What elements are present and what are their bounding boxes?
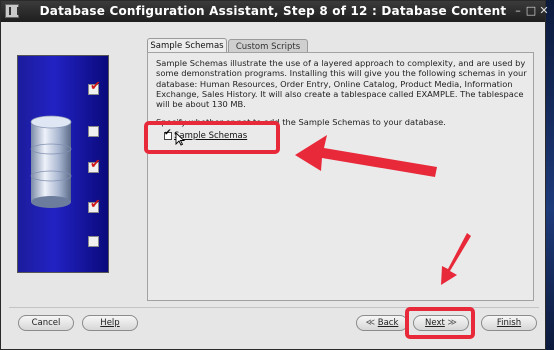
annotation-highlight-next [405,307,475,339]
step-checkbox-done: ✔ [88,157,101,173]
sample-schemas-description: Sample Schemas illustrate the use of a l… [156,58,527,110]
database-cylinder-icon [30,115,72,208]
annotation-highlight-checkbox [144,121,280,154]
maximize-icon[interactable]: □ [524,4,538,18]
step-checkbox-pending [88,236,99,247]
help-button[interactable]: Help [82,315,138,331]
close-icon[interactable]: ✕ [537,4,551,18]
tab-sample-schemas[interactable]: Sample Schemas [147,38,227,53]
step-checkbox-current [88,126,99,137]
cancel-button[interactable]: Cancel [18,315,74,331]
step-checkbox-done: ✔ [88,79,101,95]
title-bar: Database Configuration Assistant, Step 8… [1,1,549,22]
chevron-left-icon: ≪ [365,318,376,328]
annotation-arrow-icon [295,135,437,177]
dialog-window: Database Configuration Assistant, Step 8… [0,0,549,350]
window-title: Database Configuration Assistant, Step 8… [39,4,507,18]
minimize-icon[interactable]: – [511,4,525,18]
annotation-arrow-icon [441,233,471,285]
back-button[interactable]: ≪ Back [356,315,408,331]
tab-custom-scripts[interactable]: Custom Scripts [228,39,308,53]
finish-button[interactable]: Finish [481,315,537,331]
wizard-progress-panel: ✔ ✔ ✔ [17,55,109,273]
step-checkbox-done: ✔ [88,197,101,213]
